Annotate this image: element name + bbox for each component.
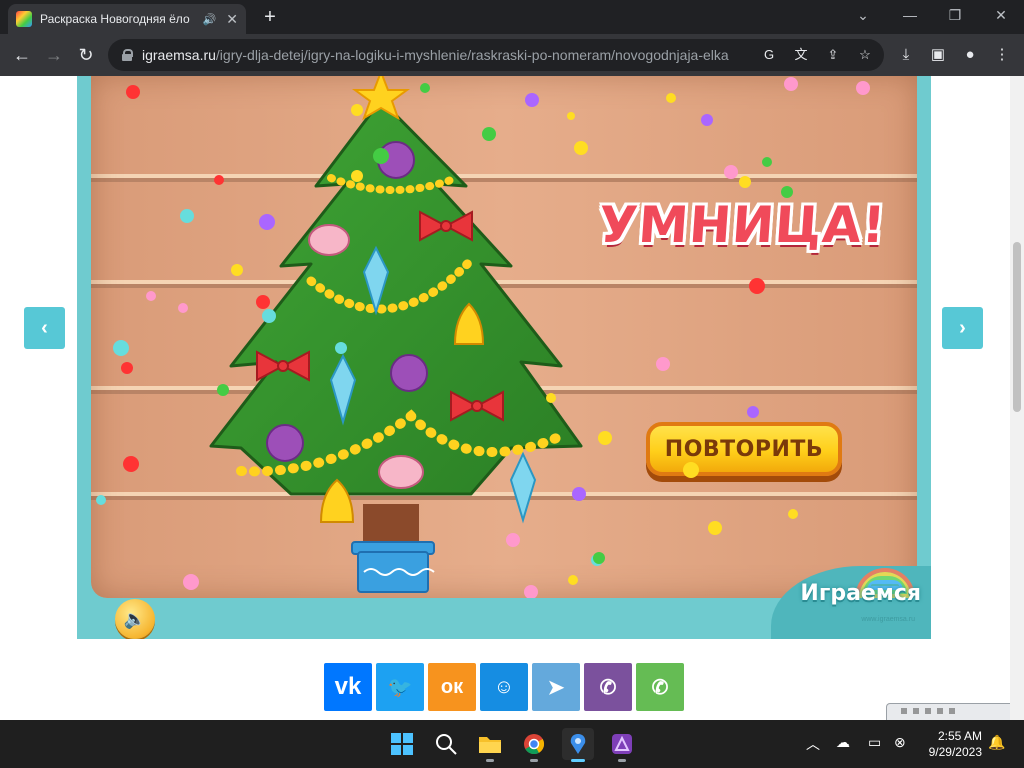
- sound-toggle-button[interactable]: 🔈: [115, 599, 155, 639]
- google-lens-icon[interactable]: G: [760, 46, 778, 64]
- victory-text: УМНИЦА!: [596, 196, 888, 254]
- close-window-button[interactable]: ✕: [986, 4, 1016, 26]
- affinity-app-button[interactable]: [606, 728, 638, 762]
- scrollbar-thumb[interactable]: [1013, 242, 1021, 412]
- translate-icon[interactable]: 文: [792, 46, 810, 64]
- share-viber-button[interactable]: ✆: [584, 663, 632, 711]
- onedrive-icon[interactable]: ☁: [836, 734, 850, 751]
- back-button[interactable]: ←: [10, 43, 34, 67]
- game-frame[interactable]: УМНИЦА! ПОВТОРИТЬ Играемся www.igraemsa.…: [77, 76, 931, 639]
- brand-url: www.igraemsa.ru: [861, 616, 915, 623]
- folder-icon: [479, 737, 501, 753]
- system-clock[interactable]: 2:55 AM 9/29/2023: [929, 728, 982, 760]
- share-twitter-button[interactable]: 🐦: [376, 663, 424, 711]
- tray-overflow-chevron-icon[interactable]: ︿: [806, 734, 820, 754]
- notification-popup-edge[interactable]: [886, 703, 1024, 720]
- page-viewport: ‹ › УМНИЦА! ПОВТОРИТЬ Играемся www.igrae…: [0, 76, 1024, 720]
- speaker-icon[interactable]: 🔊: [203, 13, 217, 26]
- speaker-icon: 🔈: [123, 608, 147, 629]
- network-icon[interactable]: ⊗: [894, 734, 906, 751]
- clock-date: 9/29/2023: [928, 745, 982, 759]
- share-moimir-button[interactable]: ☺: [480, 663, 528, 711]
- share-telegram-button[interactable]: ➤: [532, 663, 580, 711]
- site-favicon-icon: [16, 11, 32, 27]
- share-odnoklassniki-button[interactable]: ок: [428, 663, 476, 711]
- search-button[interactable]: [430, 728, 462, 760]
- chrome-taskbar-button[interactable]: [518, 728, 550, 762]
- display-icon[interactable]: ▭: [868, 734, 881, 751]
- windows-taskbar: ︿ ☁ ▭ ⊗ 2:55 AM 9/29/2023 🔔: [0, 720, 1024, 768]
- share-icon[interactable]: ⇪: [824, 46, 842, 64]
- address-bar[interactable]: igraemsa.ru /igry-dlja-detej/igry-na-log…: [108, 39, 884, 71]
- browser-toolbar: ← → ↻ igraemsa.ru /igry-dlja-detej/igry-…: [0, 34, 1024, 76]
- repeat-button-label: ПОВТОРИТЬ: [664, 436, 824, 462]
- browser-tab[interactable]: Раскраска Новогодняя ёло 🔊 ✕: [8, 4, 246, 34]
- chrome-icon: [524, 734, 545, 755]
- map-pin-icon: [570, 734, 586, 754]
- share-vk-button[interactable]: vk: [324, 663, 372, 711]
- menu-kebab-icon[interactable]: ⋮: [992, 45, 1012, 65]
- repeat-button[interactable]: ПОВТОРИТЬ: [646, 422, 842, 476]
- url-path: /igry-dlja-detej/igry-na-logiku-i-myshle…: [215, 47, 729, 63]
- file-explorer-button[interactable]: [474, 728, 506, 762]
- share-whatsapp-button[interactable]: ✆: [636, 663, 684, 711]
- browser-tab-strip: Раскраска Новогодняя ёло 🔊 ✕ + ⌄ — ❐ ✕: [0, 0, 1024, 34]
- brand-logo: Играемся: [800, 581, 921, 606]
- lock-icon[interactable]: [122, 49, 133, 61]
- prev-game-button[interactable]: ‹: [24, 307, 65, 349]
- page-scrollbar[interactable]: [1010, 76, 1024, 720]
- tab-title: Раскраска Новогодняя ёло: [40, 12, 190, 26]
- profile-avatar-icon[interactable]: ●: [960, 45, 980, 65]
- forward-button[interactable]: →: [42, 43, 66, 67]
- clock-time: 2:55 AM: [937, 729, 982, 743]
- url-host: igraemsa.ru: [142, 47, 216, 63]
- minimize-button[interactable]: —: [895, 4, 925, 26]
- affinity-photo-icon: [612, 734, 632, 754]
- start-button[interactable]: [386, 728, 418, 760]
- close-tab-icon[interactable]: ✕: [226, 11, 238, 28]
- tab-search-chevron-icon[interactable]: ⌄: [848, 4, 878, 26]
- restore-button[interactable]: ❐: [940, 4, 970, 26]
- side-panel-icon[interactable]: ▣: [928, 45, 948, 65]
- reload-button[interactable]: ↻: [74, 43, 98, 67]
- share-buttons: vk 🐦 ок ☺ ➤ ✆ ✆: [324, 663, 684, 711]
- wooden-board: УМНИЦА! ПОВТОРИТЬ: [91, 76, 917, 598]
- new-tab-button[interactable]: +: [258, 6, 282, 30]
- next-game-button[interactable]: ›: [942, 307, 983, 349]
- search-icon: [436, 734, 457, 755]
- maps-app-button[interactable]: [562, 728, 594, 762]
- christmas-tree: [209, 76, 583, 593]
- windows-logo-icon: [391, 733, 413, 755]
- downloads-icon[interactable]: ⤓: [896, 45, 916, 65]
- notifications-bell-icon[interactable]: 🔔: [988, 734, 1005, 751]
- bookmark-star-icon[interactable]: ☆: [856, 46, 874, 64]
